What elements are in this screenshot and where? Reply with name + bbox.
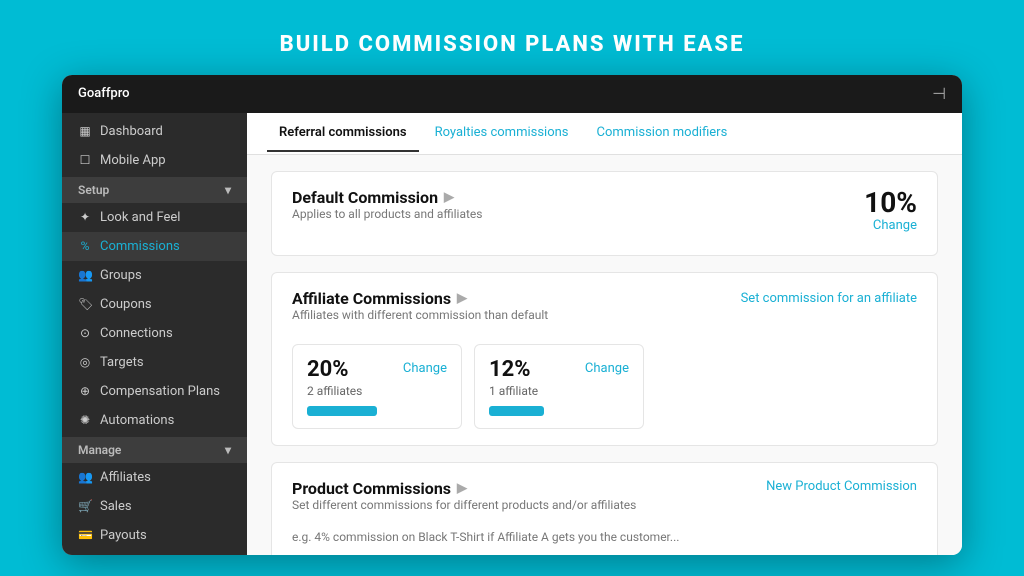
- targets-icon: ◎: [78, 355, 92, 369]
- sidebar-item-commissions[interactable]: % Commissions: [62, 232, 247, 261]
- sidebar-label-targets: Targets: [100, 355, 144, 370]
- page-headline: BUILD COMMISSION PLANS WITH EASE: [280, 32, 745, 57]
- look-feel-icon: ✦: [78, 210, 92, 224]
- tab-commission-modifiers[interactable]: Commission modifiers: [585, 115, 740, 152]
- product-commissions-title: Product Commissions ▶: [292, 479, 636, 498]
- connections-icon: ⊙: [78, 326, 92, 340]
- payouts-icon: 💳: [78, 528, 92, 542]
- sidebar-section-manage[interactable]: Manage ▾: [62, 437, 247, 463]
- product-commissions-subtitle: Set different commissions for different …: [292, 498, 636, 512]
- aff-card-1-header: 20% Change: [307, 357, 447, 382]
- mobile-icon: ☐: [78, 153, 92, 167]
- affiliate-commissions-subtitle: Affiliates with different commission tha…: [292, 308, 548, 322]
- set-commission-link[interactable]: Set commission for an affiliate: [741, 291, 917, 306]
- sidebar-label-affiliates: Affiliates: [100, 470, 151, 485]
- default-commission-value: 10% Change: [864, 188, 917, 234]
- aff-card-2-change[interactable]: Change: [585, 361, 629, 376]
- app-name: Goaffpro: [78, 86, 130, 101]
- tabs-bar: Referral commissions Royalties commissio…: [247, 113, 962, 155]
- coupons-icon: 🏷: [78, 297, 92, 311]
- default-commission-change[interactable]: Change: [864, 218, 917, 233]
- affiliate-commissions-section: Affiliate Commissions ▶ Affiliates with …: [271, 272, 938, 446]
- sidebar-label-commissions: Commissions: [100, 239, 180, 254]
- automations-icon: ✺: [78, 413, 92, 427]
- new-product-commission-link[interactable]: New Product Commission: [766, 479, 917, 494]
- affiliates-icon: 👥: [78, 470, 92, 484]
- sidebar-item-connections[interactable]: ⊙ Connections: [62, 319, 247, 348]
- product-commissions-header: Product Commissions ▶ Set different comm…: [292, 479, 917, 524]
- sidebar-item-mobile-app[interactable]: ☐ Mobile App: [62, 146, 247, 175]
- content-body: Default Commission ▶ Applies to all prod…: [247, 155, 962, 555]
- aff-card-2-percent: 12%: [489, 357, 531, 382]
- default-commission-info: Default Commission ▶ Applies to all prod…: [292, 188, 482, 233]
- commissions-icon: %: [78, 239, 92, 253]
- product-commissions-section: Product Commissions ▶ Set different comm…: [271, 462, 938, 554]
- setup-label: Setup: [78, 183, 109, 197]
- chevron-down-icon: ▾: [225, 183, 231, 197]
- sidebar-label-connections: Connections: [100, 326, 173, 341]
- sidebar-label-coupons: Coupons: [100, 297, 152, 312]
- sidebar-item-affiliates[interactable]: 👥 Affiliates: [62, 463, 247, 492]
- sidebar-item-look-and-feel[interactable]: ✦ Look and Feel: [62, 203, 247, 232]
- affiliate-card-2: 12% Change 1 affiliate: [474, 344, 644, 429]
- main-content: Referral commissions Royalties commissio…: [247, 113, 962, 555]
- default-commission-section: Default Commission ▶ Applies to all prod…: [271, 171, 938, 257]
- aff-card-2-header: 12% Change: [489, 357, 629, 382]
- default-commission-header: Default Commission ▶ Applies to all prod…: [292, 188, 917, 234]
- sidebar-item-targets[interactable]: ◎ Targets: [62, 348, 247, 377]
- groups-icon: 👥: [78, 268, 92, 282]
- affiliate-commissions-header: Affiliate Commissions ▶ Affiliates with …: [292, 289, 917, 334]
- default-commission-subtitle: Applies to all products and affiliates: [292, 207, 482, 221]
- video-icon-affiliate: ▶: [457, 291, 467, 306]
- sidebar-section-setup[interactable]: Setup ▾: [62, 177, 247, 203]
- sidebar-item-dashboard[interactable]: ▦ Dashboard: [62, 117, 247, 146]
- affiliate-card-1: 20% Change 2 affiliates: [292, 344, 462, 429]
- tab-referral-commissions[interactable]: Referral commissions: [267, 115, 419, 152]
- product-commission-note: e.g. 4% commission on Black T-Shirt if A…: [292, 530, 917, 544]
- sidebar-label-automations: Automations: [100, 413, 174, 428]
- video-icon-product: ▶: [457, 481, 467, 496]
- sidebar-label-payouts: Payouts: [100, 528, 147, 543]
- aff-card-1-affiliates: 2 affiliates: [307, 384, 447, 398]
- aff-card-1-change[interactable]: Change: [403, 361, 447, 376]
- sidebar-item-sales[interactable]: 🛒 Sales: [62, 492, 247, 521]
- sidebar-item-compensation[interactable]: ⊕ Compensation Plans: [62, 377, 247, 406]
- aff-card-1-percent: 20%: [307, 357, 349, 382]
- sidebar-item-payouts[interactable]: 💳 Payouts: [62, 521, 247, 550]
- logout-icon[interactable]: ⊣: [932, 84, 946, 103]
- sidebar-label-sales: Sales: [100, 499, 132, 514]
- chevron-down-icon-manage: ▾: [225, 443, 231, 457]
- sidebar-item-automations[interactable]: ✺ Automations: [62, 406, 247, 435]
- sidebar-label-mobile-app: Mobile App: [100, 153, 166, 168]
- dashboard-icon: ▦: [78, 124, 92, 138]
- sidebar-label-compensation: Compensation Plans: [100, 384, 220, 399]
- default-commission-title: Default Commission ▶: [292, 188, 482, 207]
- aff-card-2-affiliates: 1 affiliate: [489, 384, 629, 398]
- sales-icon: 🛒: [78, 499, 92, 513]
- sidebar-item-groups[interactable]: 👥 Groups: [62, 261, 247, 290]
- affiliate-commissions-title: Affiliate Commissions ▶: [292, 289, 548, 308]
- sidebar-label-look-and-feel: Look and Feel: [100, 210, 180, 225]
- app-body: ▦ Dashboard ☐ Mobile App Setup ▾ ✦ Look …: [62, 113, 962, 555]
- affiliate-cards: 20% Change 2 affiliates 12% Change: [292, 344, 917, 429]
- sidebar: ▦ Dashboard ☐ Mobile App Setup ▾ ✦ Look …: [62, 113, 247, 555]
- sidebar-item-coupons[interactable]: 🏷 Coupons: [62, 290, 247, 319]
- manage-label: Manage: [78, 443, 121, 457]
- affiliate-commissions-info: Affiliate Commissions ▶ Affiliates with …: [292, 289, 548, 334]
- aff-card-2-bar: [489, 406, 544, 416]
- product-commissions-info: Product Commissions ▶ Set different comm…: [292, 479, 636, 524]
- sidebar-label-dashboard: Dashboard: [100, 124, 163, 139]
- tab-royalties-commissions[interactable]: Royalties commissions: [423, 115, 581, 152]
- compensation-icon: ⊕: [78, 384, 92, 398]
- aff-card-1-bar: [307, 406, 377, 416]
- video-icon-default: ▶: [444, 190, 454, 205]
- default-commission-percent: 10%: [864, 188, 917, 219]
- titlebar: Goaffpro ⊣: [62, 75, 962, 113]
- sidebar-label-groups: Groups: [100, 268, 142, 283]
- browser-window: Goaffpro ⊣ ▦ Dashboard ☐ Mobile App Setu…: [62, 75, 962, 555]
